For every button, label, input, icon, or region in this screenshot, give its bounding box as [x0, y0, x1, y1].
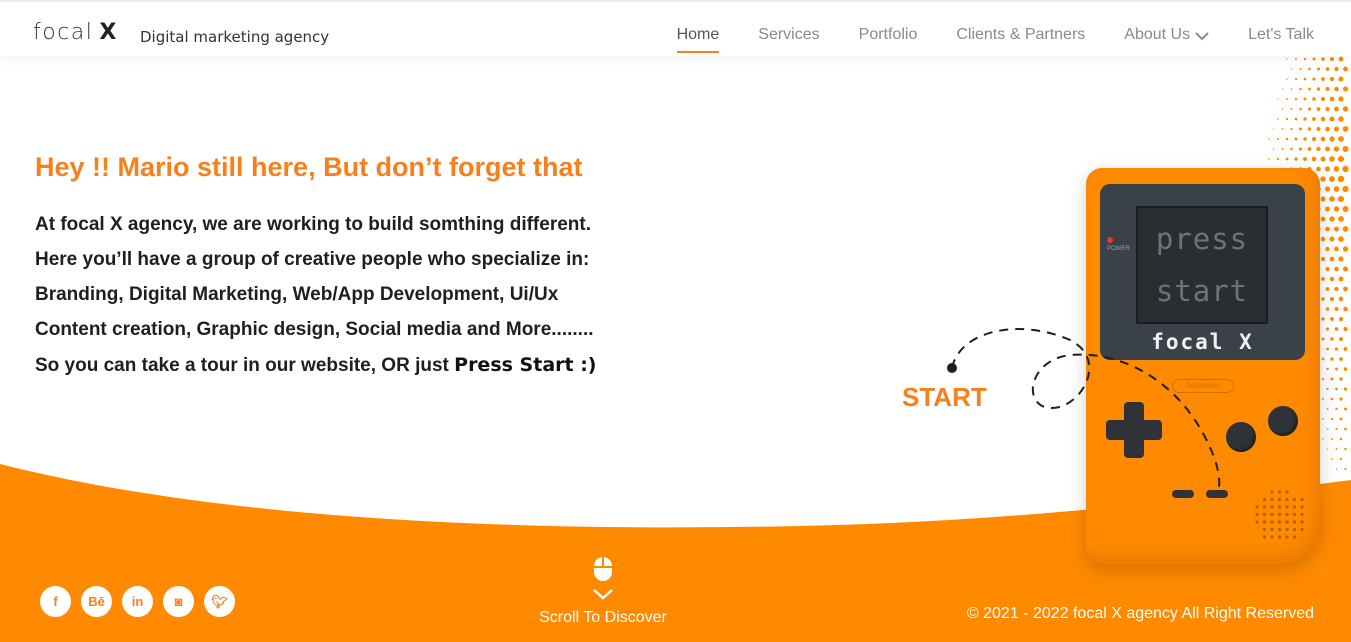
logo-mark: X — [99, 20, 118, 45]
dpad-icon[interactable] — [1104, 400, 1164, 460]
nav-item-label: Clients & Partners — [956, 26, 1086, 43]
facebook-icon[interactable]: f — [40, 586, 71, 617]
behance-icon[interactable]: Bē — [81, 586, 112, 617]
gameboy-screen[interactable]: press start — [1136, 206, 1268, 324]
mouse-icon — [594, 557, 612, 581]
screen-line: start — [1155, 274, 1249, 308]
hero-intro: At focal X agency, we are working to bui… — [35, 211, 597, 386]
social-links: f Bē in ◙ 🐦︎ — [40, 586, 235, 617]
start-label[interactable]: START — [902, 382, 987, 413]
nav-item-portfolio[interactable]: Portfolio — [859, 26, 918, 44]
twitter-icon[interactable]: 🐦︎ — [204, 586, 235, 617]
power-led-icon — [1107, 237, 1113, 243]
nav-item-label: Home — [676, 26, 720, 43]
tagline: Digital marketing agency — [140, 28, 330, 46]
start-button[interactable] — [1206, 490, 1228, 498]
intro-line: At focal X agency, we are working to bui… — [35, 214, 591, 235]
nav-item-home[interactable]: Home — [676, 26, 720, 53]
press-start-text: Press Start :) — [454, 354, 597, 376]
site-header: focal X Digital marketing agency Home Se… — [0, 0, 1351, 56]
logo[interactable]: focal X — [33, 20, 118, 45]
nav-item-services[interactable]: Services — [758, 26, 819, 44]
nav-item-label: Portfolio — [858, 26, 918, 43]
nav-item-about-us[interactable]: About Us — [1124, 26, 1209, 44]
nav-item-clients-partners[interactable]: Clients & Partners — [956, 26, 1085, 44]
power-label: POWER — [1107, 246, 1130, 252]
nav-item-lets-talk[interactable]: Let's Talk — [1248, 26, 1314, 44]
b-button[interactable] — [1226, 422, 1256, 452]
gameboy-device[interactable]: POWER press start focal X Nintendo — [1086, 168, 1320, 564]
nav-item-label: About Us — [1124, 26, 1191, 43]
intro-line: Here you’ll have a group of creative peo… — [35, 249, 590, 270]
intro-line: Branding, Digital Marketing, Web/App Dev… — [35, 284, 559, 305]
nav-item-label: Services — [758, 26, 820, 43]
select-button[interactable] — [1172, 490, 1194, 498]
gameboy-brand: focal X — [1151, 330, 1254, 354]
maker-badge: Nintendo — [1172, 379, 1234, 393]
linkedin-icon[interactable]: in — [122, 586, 153, 617]
scroll-to-discover[interactable]: Scroll To Discover — [538, 556, 668, 627]
gameboy-screen-frame: POWER press start focal X — [1100, 184, 1305, 360]
main-nav: Home Services Portfolio Clients & Partne… — [638, 26, 1314, 53]
instagram-icon[interactable]: ◙ — [163, 586, 194, 617]
intro-line-prefix: So you can take a tour in our website, O… — [35, 355, 455, 376]
copyright-text: © 2021 - 2022 focal X agency All Right R… — [966, 605, 1314, 622]
logo-text: focal — [33, 20, 94, 45]
screen-line: press — [1155, 222, 1249, 256]
a-button[interactable] — [1268, 406, 1298, 436]
hero-headline: Hey !! Mario still here, But don’t forge… — [35, 152, 583, 182]
intro-line: Content creation, Graphic design, Social… — [35, 319, 594, 340]
nav-item-label: Let's Talk — [1248, 26, 1314, 43]
scroll-label: Scroll To Discover — [539, 609, 667, 626]
intro-line-last: So you can take a tour in our website, O… — [35, 351, 597, 386]
speaker-grill-icon — [1255, 490, 1304, 539]
chevron-down-icon — [593, 589, 613, 600]
chevron-down-icon[interactable] — [1195, 31, 1209, 41]
